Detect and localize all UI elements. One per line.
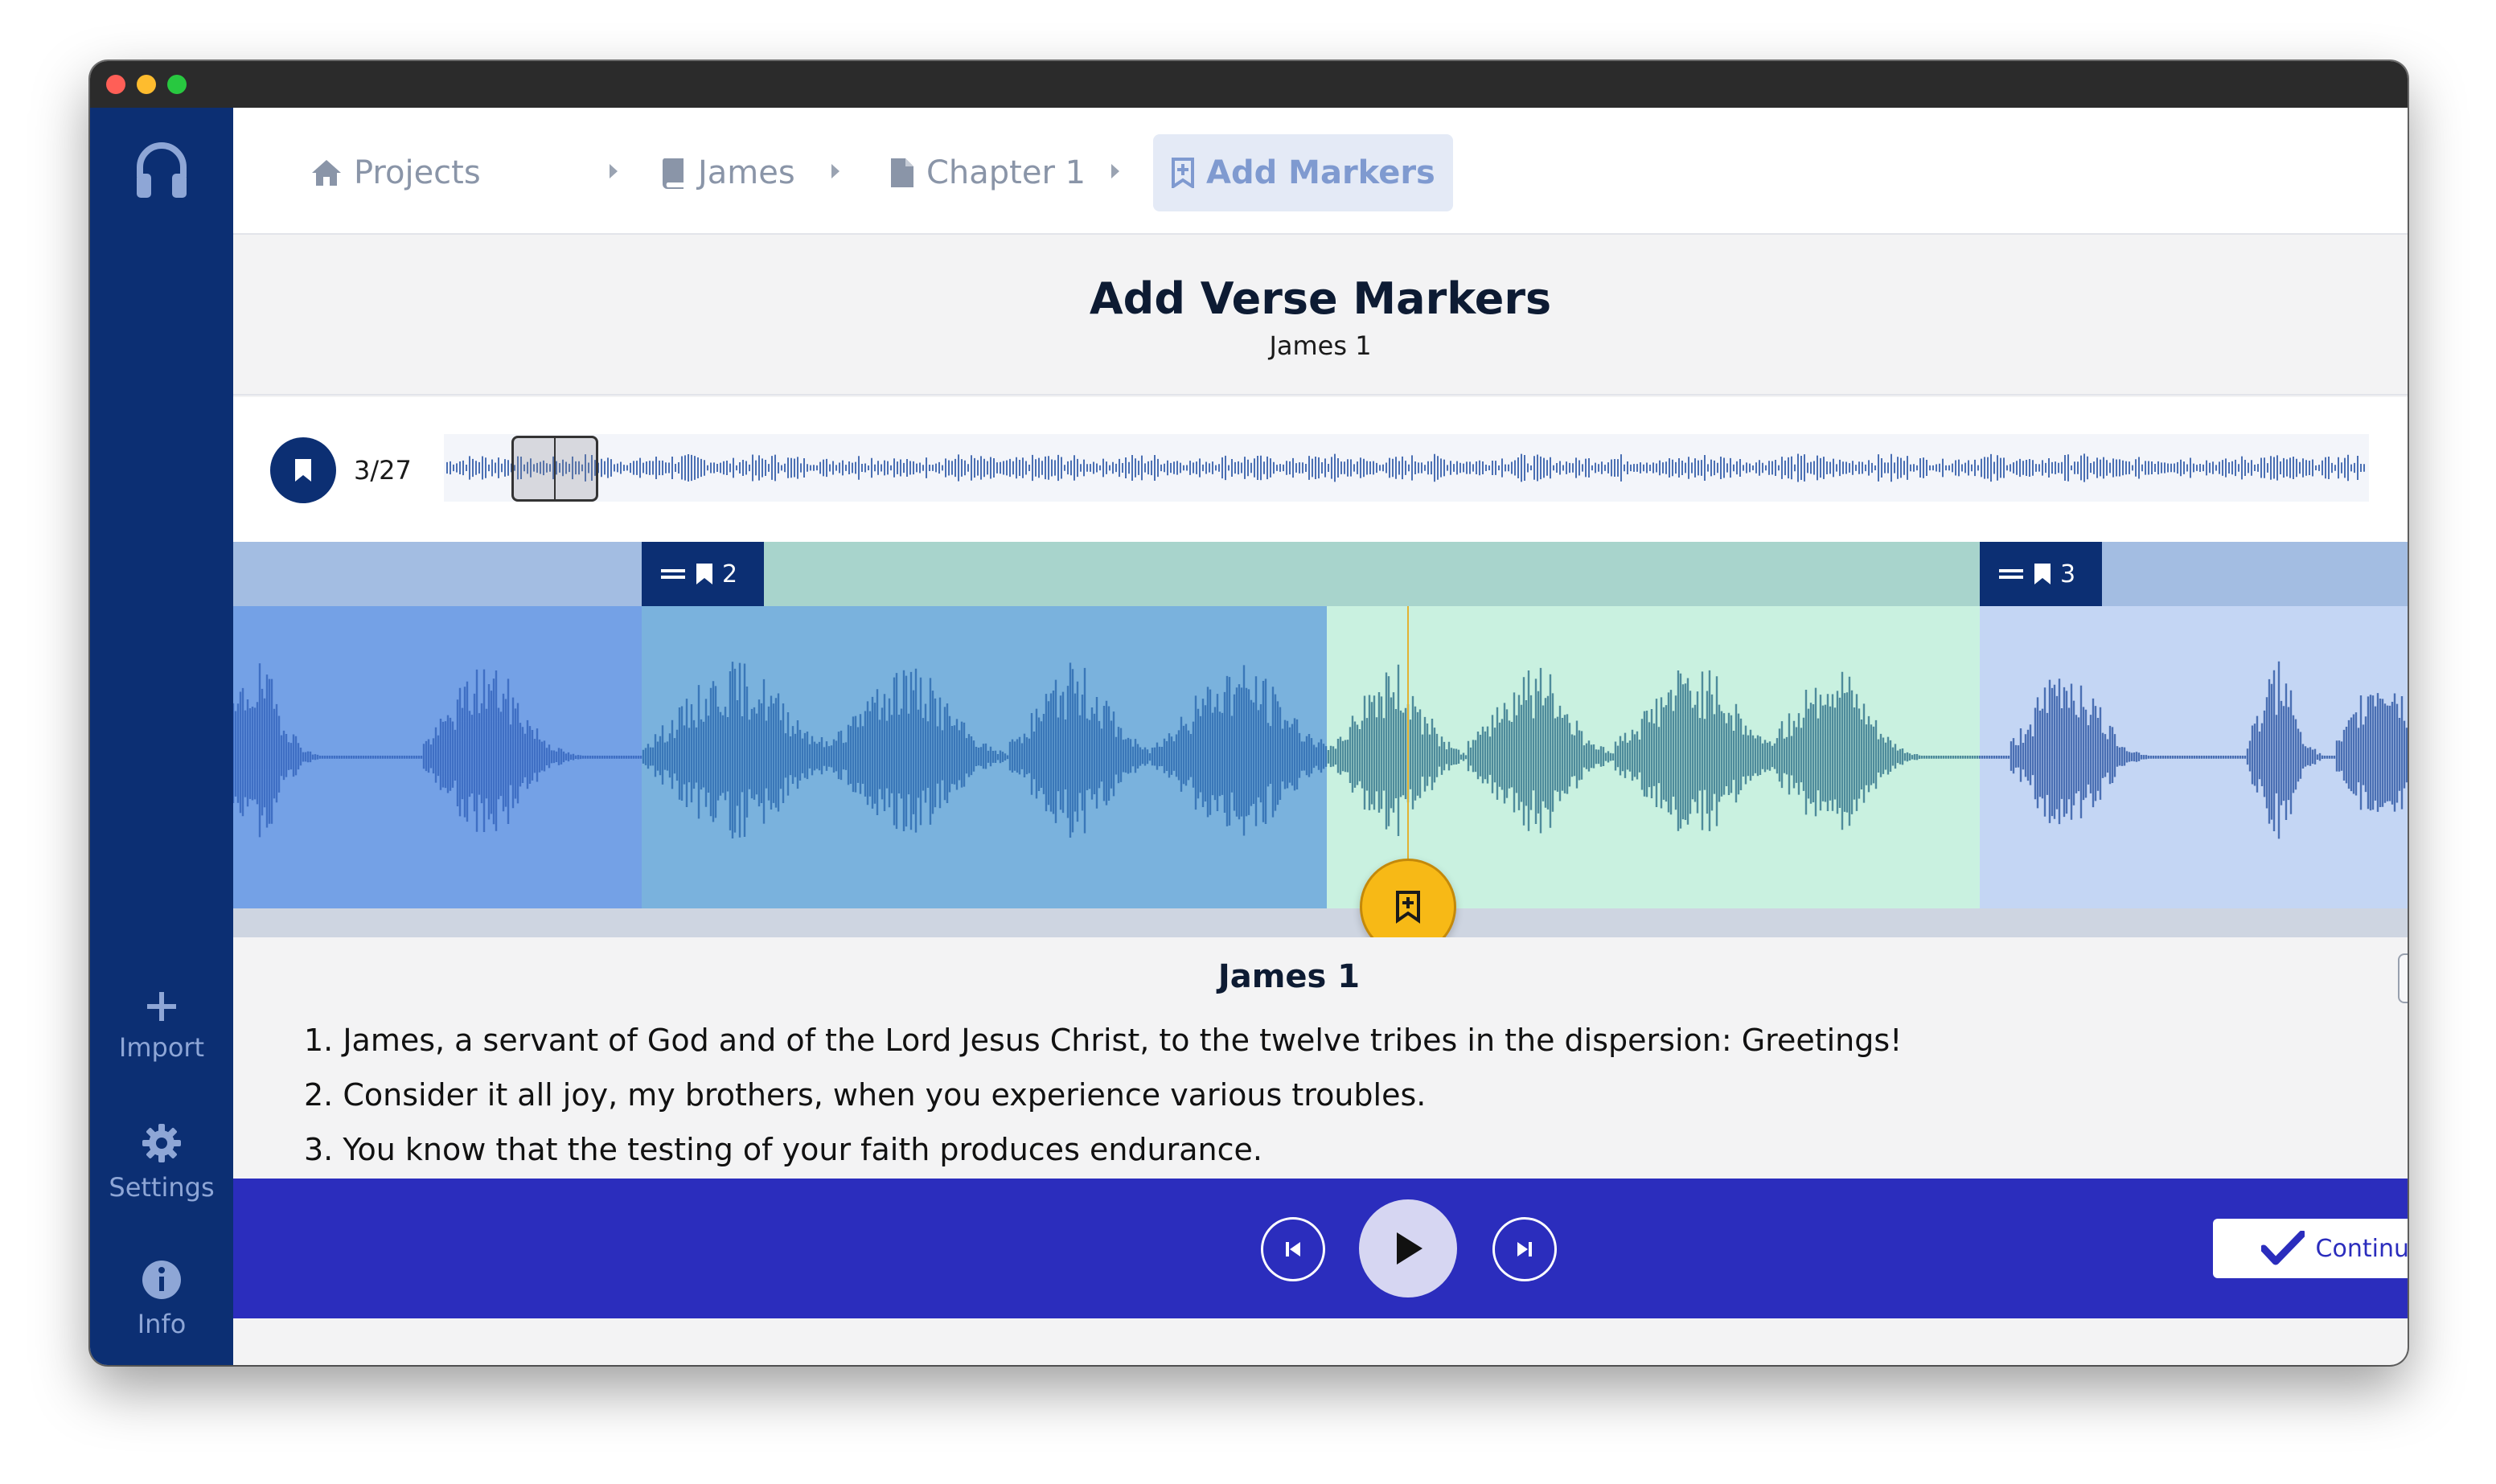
info-icon (142, 1261, 181, 1299)
skip-previous-icon (1286, 1242, 1300, 1256)
verse-marker-2[interactable]: 2 (642, 542, 764, 606)
book-icon (662, 158, 684, 189)
gear-icon (142, 1124, 181, 1162)
source-text-panel: James 1 1. James, a servant of God and o… (233, 937, 2408, 1179)
plus-icon (147, 992, 176, 1021)
marker-timeline[interactable]: 2 3 (233, 542, 2408, 937)
mini-waveform-graphic (446, 453, 2365, 482)
chevron-right-icon (1111, 164, 1119, 178)
verse-marker-3[interactable]: 3 (1980, 542, 2102, 606)
waveform-segment (1978, 661, 2408, 839)
bookmark-add-icon (1172, 158, 1194, 188)
bookmark-icon (2034, 564, 2051, 584)
mini-waveform-bars (446, 453, 2365, 482)
collapse-text-button[interactable] (2398, 953, 2408, 1003)
drag-handle-icon (1999, 569, 2023, 579)
continue-button[interactable]: Continue (2213, 1219, 2408, 1278)
sidebar-item-settings[interactable]: Settings (90, 1122, 233, 1203)
chevron-right-icon (831, 164, 840, 178)
file-icon (891, 158, 913, 187)
app-window: Import Settings Info Projects James Chap… (90, 61, 2408, 1365)
breadcrumb-chapter[interactable]: Chapter 1 (889, 134, 1086, 211)
verse-text: 3. You know that the testing of your fai… (304, 1132, 1262, 1167)
breadcrumb-label: Add Markers (1206, 154, 1435, 191)
previous-button[interactable] (1261, 1217, 1325, 1281)
marker-label: 3 (2060, 560, 2076, 588)
waveform-segment (233, 663, 642, 838)
headphones-icon (137, 142, 187, 198)
sidebar-item-label: Import (118, 1032, 205, 1063)
page-subtitle: James 1 (1269, 330, 1372, 361)
next-button[interactable] (1492, 1217, 1557, 1281)
play-button[interactable] (1359, 1199, 1457, 1297)
bookmark-icon (295, 459, 311, 482)
check-icon (2260, 1231, 2305, 1265)
sidebar-item-label: Settings (109, 1172, 215, 1203)
sidebar-item-info[interactable]: Info (90, 1259, 233, 1339)
skip-next-icon (1517, 1242, 1532, 1256)
home-icon (312, 160, 341, 186)
text-panel-title: James 1 (1217, 958, 1361, 995)
marker-count: 3/27 (354, 455, 412, 486)
maximize-window-button[interactable] (167, 75, 187, 94)
overview-viewport-handle[interactable] (511, 436, 598, 502)
breadcrumb-add-markers[interactable]: Add Markers (1153, 134, 1453, 211)
sidebar-item-label: Info (137, 1309, 187, 1339)
breadcrumb-projects[interactable]: Projects (310, 134, 481, 211)
page-title: Add Verse Markers (1089, 273, 1552, 324)
verse-text: 2. Consider it all joy, my brothers, whe… (304, 1077, 1427, 1113)
breadcrumb-label: Projects (354, 154, 481, 191)
breadcrumb-label: James (698, 154, 795, 191)
player-controls: Continue (233, 1179, 2408, 1318)
waveform-segment (642, 662, 1328, 839)
waveform-segment (1327, 664, 1979, 837)
main-content: Projects James Chapter 1 Add Markers Add… (233, 108, 2408, 1365)
window-titlebar (90, 61, 2408, 108)
sidebar: Import Settings Info (90, 108, 233, 1365)
chevron-right-icon (610, 164, 618, 178)
play-icon (1397, 1232, 1422, 1265)
verse-text: 1. James, a servant of God and of the Lo… (304, 1023, 1903, 1058)
close-window-button[interactable] (106, 75, 125, 94)
breadcrumb-book[interactable]: James (661, 134, 795, 211)
waveform-overview: 3/27 (233, 397, 2408, 542)
continue-label: Continue (2315, 1234, 2408, 1263)
marker-label: 2 (722, 560, 738, 588)
verse-region-header (642, 542, 1980, 606)
verse-region-header (233, 542, 642, 606)
marker-count-button[interactable] (270, 437, 336, 503)
audio-waveform (233, 661, 2408, 839)
minimize-window-button[interactable] (137, 75, 156, 94)
bookmark-icon (696, 564, 712, 584)
breadcrumb: Projects James Chapter 1 Add Markers (233, 108, 2408, 235)
drag-handle-icon (661, 569, 685, 579)
page-header: Add Verse Markers James 1 (233, 236, 2408, 396)
breadcrumb-label: Chapter 1 (926, 154, 1086, 191)
bookmark-add-icon (1396, 891, 1420, 924)
app-logo (90, 138, 233, 206)
sidebar-item-import[interactable]: Import (90, 989, 233, 1063)
mini-waveform[interactable] (444, 434, 2369, 502)
